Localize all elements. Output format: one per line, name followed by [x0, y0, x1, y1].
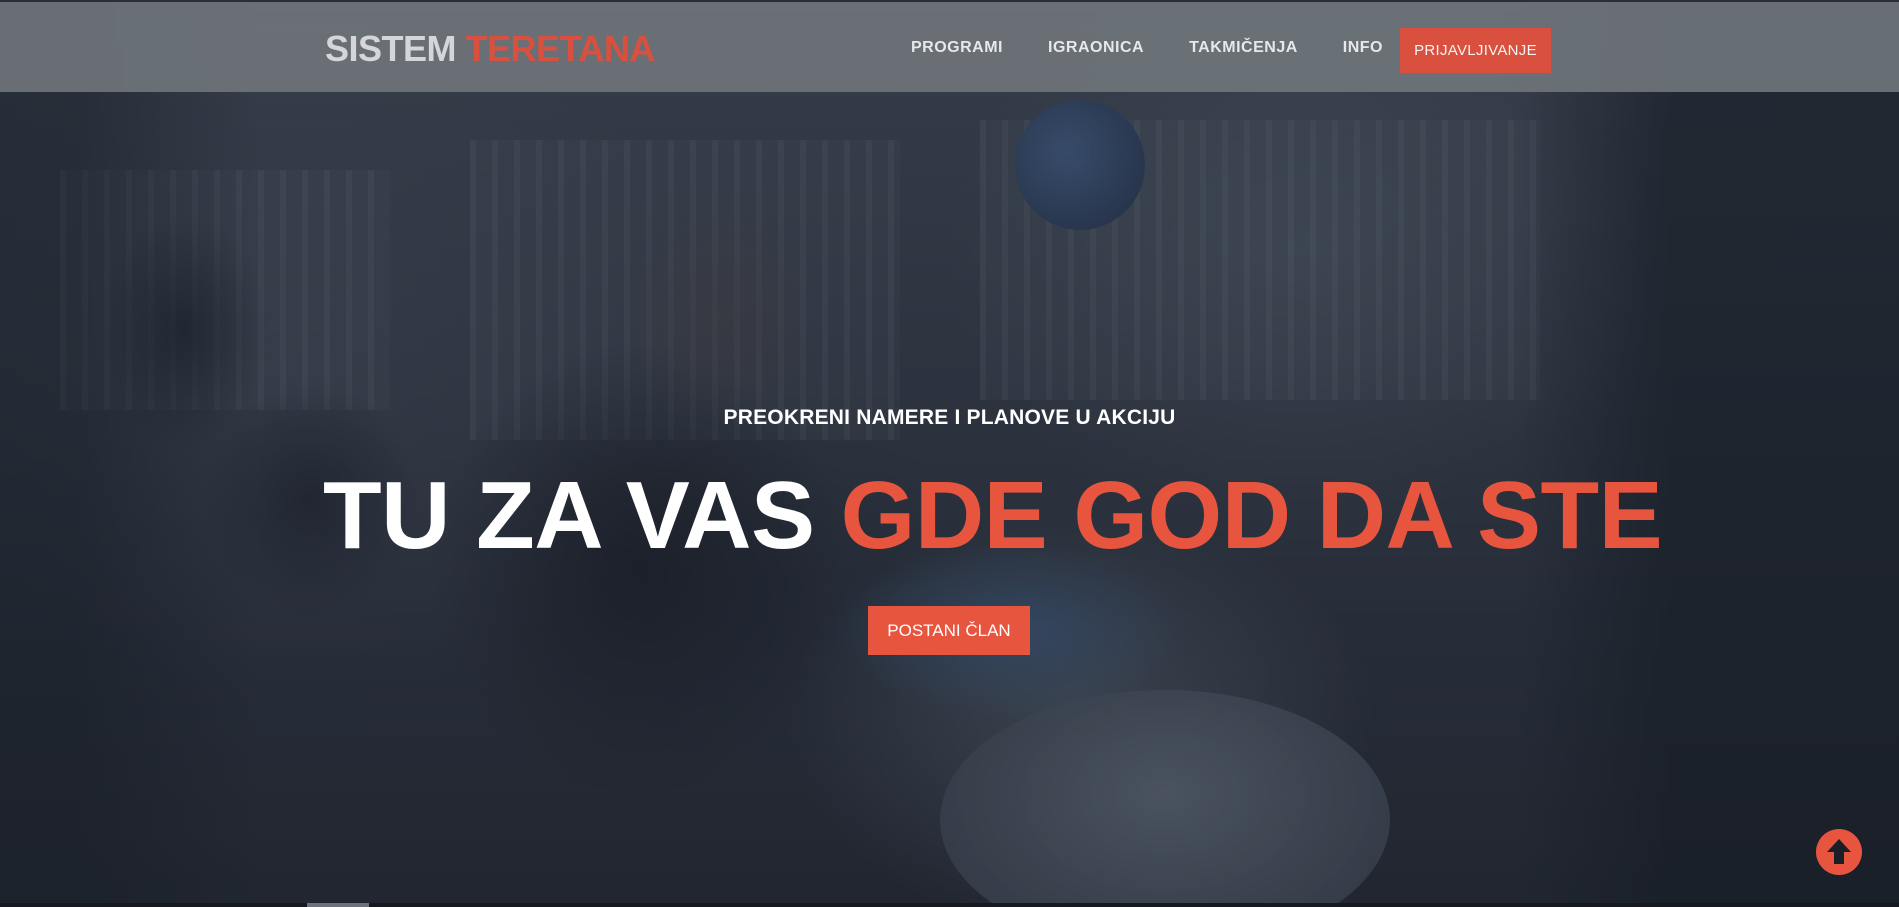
- page: SISTEM TERETANA PROGRAMI IGRAONICA TAKMI…: [0, 0, 1899, 907]
- hero-headline: TU ZA VAS GDE GOD DA STE: [323, 468, 1663, 564]
- headline-white-part: TU ZA VAS: [323, 462, 815, 569]
- hero-section: PREOKRENI NAMERE I PLANOVE U AKCIJU TU Z…: [0, 0, 1899, 907]
- headline-accent-part: GDE GOD DA STE: [840, 462, 1663, 569]
- bottom-scroll-strip: [0, 903, 1899, 907]
- back-to-top-button[interactable]: [1816, 829, 1862, 875]
- arrow-up-circle-icon: [1816, 829, 1862, 875]
- hero-tagline: PREOKRENI NAMERE I PLANOVE U AKCIJU: [723, 406, 1176, 429]
- become-member-button[interactable]: POSTANI ČLAN: [868, 606, 1030, 655]
- scroll-indicator: [307, 903, 369, 907]
